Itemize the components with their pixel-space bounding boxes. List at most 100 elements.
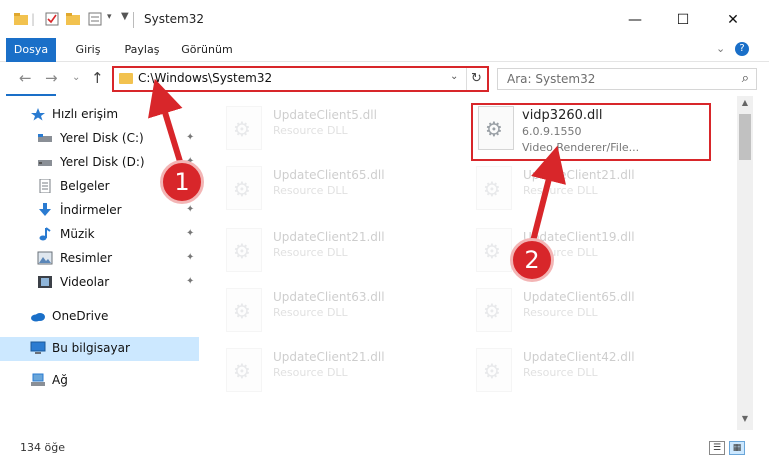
step-badge-1: 1 bbox=[160, 160, 204, 204]
properties-icon[interactable] bbox=[45, 12, 59, 26]
step-badge-2: 2 bbox=[510, 238, 554, 282]
scrollbar-thumb[interactable] bbox=[739, 114, 751, 160]
dll-file-icon: ⚙ bbox=[226, 106, 262, 150]
pin-icon[interactable]: ✦ bbox=[186, 252, 194, 263]
navigation-bar: ← → ⌄ ↑ C:\Windows\System32 ⌄ ↻ Ara: Sys… bbox=[0, 62, 769, 94]
sidebar-item-videos[interactable]: Videolar ✦ bbox=[0, 271, 199, 295]
pin-icon[interactable]: ✦ bbox=[186, 204, 194, 215]
search-icon[interactable]: ⌕ bbox=[742, 71, 749, 86]
navigation-pane: Hızlı erişim Yerel Disk (C:) ✦ Yerel Dis… bbox=[0, 100, 205, 430]
sidebar-item-this-pc[interactable]: Bu bilgisayar bbox=[0, 337, 199, 361]
large-icons-view-icon[interactable]: ▦ bbox=[729, 441, 745, 455]
drive-icon bbox=[38, 134, 52, 142]
recent-locations-button[interactable]: ⌄ bbox=[72, 72, 80, 83]
window-title: System32 bbox=[144, 12, 205, 26]
scroll-down-icon[interactable]: ▼ bbox=[737, 414, 753, 428]
drive-icon bbox=[38, 160, 52, 166]
ribbon-expand-icon[interactable]: ⌄ bbox=[716, 42, 725, 55]
pictures-icon bbox=[37, 251, 53, 265]
sidebar-item-onedrive[interactable]: OneDrive bbox=[0, 305, 199, 329]
file-description: Resource DLL bbox=[523, 306, 598, 319]
file-item[interactable]: ⚙ UpdateClient65.dll Resource DLL bbox=[210, 160, 446, 218]
sidebar-item-label: Müzik bbox=[60, 227, 95, 241]
up-button[interactable]: ↑ bbox=[91, 69, 104, 87]
sidebar-item-downloads[interactable]: İndirmeler ✦ bbox=[0, 199, 199, 223]
downloads-icon bbox=[39, 203, 51, 216]
sidebar-item-music[interactable]: Müzik ✦ bbox=[0, 223, 199, 247]
new-folder-icon[interactable] bbox=[66, 12, 80, 26]
file-item[interactable]: ⚙ UpdateClient21.dll Resource DLL bbox=[210, 342, 446, 400]
tab-home[interactable]: Giriş bbox=[66, 38, 110, 62]
file-name: UpdateClient21.dll bbox=[523, 168, 635, 182]
folder-icon bbox=[119, 73, 133, 84]
vertical-scrollbar[interactable]: ▲ ▼ bbox=[737, 96, 753, 430]
sidebar-item-network[interactable]: Ağ bbox=[0, 369, 199, 393]
view-options-icon[interactable] bbox=[88, 12, 104, 26]
dll-file-icon: ⚙ bbox=[476, 288, 512, 332]
pin-icon[interactable]: ✦ bbox=[186, 228, 194, 239]
search-placeholder: Ara: System32 bbox=[507, 72, 596, 86]
music-icon bbox=[39, 227, 51, 241]
file-description: Resource DLL bbox=[523, 184, 598, 197]
cloud-icon bbox=[31, 313, 45, 322]
file-description: Resource DLL bbox=[273, 124, 348, 137]
file-item[interactable]: ⚙ UpdateClient42.dll Resource DLL bbox=[460, 342, 696, 400]
refresh-button[interactable]: ↻ bbox=[466, 68, 486, 90]
address-bar[interactable]: C:\Windows\System32 ⌄ ↻ bbox=[112, 66, 489, 92]
sidebar-item-label: Resimler bbox=[60, 251, 113, 265]
sidebar-item-label: Videolar bbox=[60, 275, 110, 289]
sidebar-item-label: Hızlı erişim bbox=[52, 107, 119, 121]
pin-toolbar-icon[interactable]: ▼ bbox=[121, 11, 129, 22]
file-item[interactable]: ⚙ UpdateClient63.dll Resource DLL bbox=[210, 282, 446, 340]
title-bar: | ▾ ▼ System32 — ☐ ✕ bbox=[0, 0, 769, 38]
back-button[interactable]: ← bbox=[19, 69, 32, 87]
sidebar-item-label: Yerel Disk (D:) bbox=[60, 155, 145, 169]
tab-share[interactable]: Paylaş bbox=[118, 38, 166, 62]
file-item[interactable]: ⚙ UpdateClient21.dll Resource DLL bbox=[210, 222, 446, 280]
details-view-icon[interactable]: ☰ bbox=[709, 441, 725, 455]
forward-button[interactable]: → bbox=[45, 69, 58, 87]
close-button[interactable]: ✕ bbox=[710, 6, 756, 34]
help-icon[interactable]: ? bbox=[735, 42, 749, 56]
address-path[interactable]: C:\Windows\System32 bbox=[138, 71, 272, 85]
file-item[interactable]: ⚙ UpdateClient19.dll Resource DLL bbox=[460, 222, 696, 280]
pin-icon[interactable]: ✦ bbox=[186, 276, 194, 287]
file-name: UpdateClient65.dll bbox=[523, 290, 635, 304]
dll-file-icon: ⚙ bbox=[226, 348, 262, 392]
address-dropdown-icon[interactable]: ⌄ bbox=[450, 71, 458, 82]
scroll-up-icon[interactable]: ▲ bbox=[737, 98, 753, 112]
sidebar-item-quick-access[interactable]: Hızlı erişim bbox=[0, 103, 199, 127]
file-name: UpdateClient63.dll bbox=[273, 290, 385, 304]
item-count: 134 öğe bbox=[20, 441, 65, 454]
file-item[interactable]: ⚙ UpdateClient65.dll Resource DLL bbox=[460, 282, 696, 340]
folder-icon[interactable] bbox=[14, 12, 28, 26]
dll-file-icon: ⚙ bbox=[476, 166, 512, 210]
file-item[interactable]: ⚙ UpdateClient21.dll Resource DLL bbox=[460, 160, 696, 218]
star-icon bbox=[31, 108, 45, 121]
file-name: UpdateClient21.dll bbox=[273, 350, 385, 364]
sidebar-item-pictures[interactable]: Resimler ✦ bbox=[0, 247, 199, 271]
dll-file-icon: ⚙ bbox=[226, 288, 262, 332]
tab-view[interactable]: Görünüm bbox=[176, 38, 238, 62]
file-description: Resource DLL bbox=[273, 306, 348, 319]
customize-toolbar-dropdown-icon[interactable]: ▾ bbox=[107, 12, 112, 22]
dll-file-icon: ⚙ bbox=[476, 228, 512, 272]
file-description: Resource DLL bbox=[273, 184, 348, 197]
sidebar-item-label: Ağ bbox=[52, 373, 68, 387]
sidebar-item-label: İndirmeler bbox=[60, 203, 122, 217]
search-input[interactable]: Ara: System32 ⌕ bbox=[497, 68, 757, 90]
minimize-button[interactable]: — bbox=[612, 6, 658, 34]
sidebar-item-label: Yerel Disk (C:) bbox=[60, 131, 144, 145]
qa-separator: | bbox=[31, 12, 36, 26]
sidebar-item-label: OneDrive bbox=[52, 309, 109, 323]
dll-file-icon: ⚙ bbox=[226, 228, 262, 272]
file-name: UpdateClient21.dll bbox=[273, 230, 385, 244]
file-description: Resource DLL bbox=[273, 246, 348, 259]
sidebar-item-local-disk-c[interactable]: Yerel Disk (C:) ✦ bbox=[0, 127, 199, 151]
file-item[interactable]: ⚙ UpdateClient5.dll Resource DLL bbox=[210, 100, 446, 158]
documents-icon bbox=[39, 179, 51, 193]
maximize-button[interactable]: ☐ bbox=[660, 6, 706, 34]
pin-icon[interactable]: ✦ bbox=[186, 132, 194, 143]
file-name: UpdateClient5.dll bbox=[273, 108, 377, 122]
network-icon bbox=[31, 373, 45, 386]
